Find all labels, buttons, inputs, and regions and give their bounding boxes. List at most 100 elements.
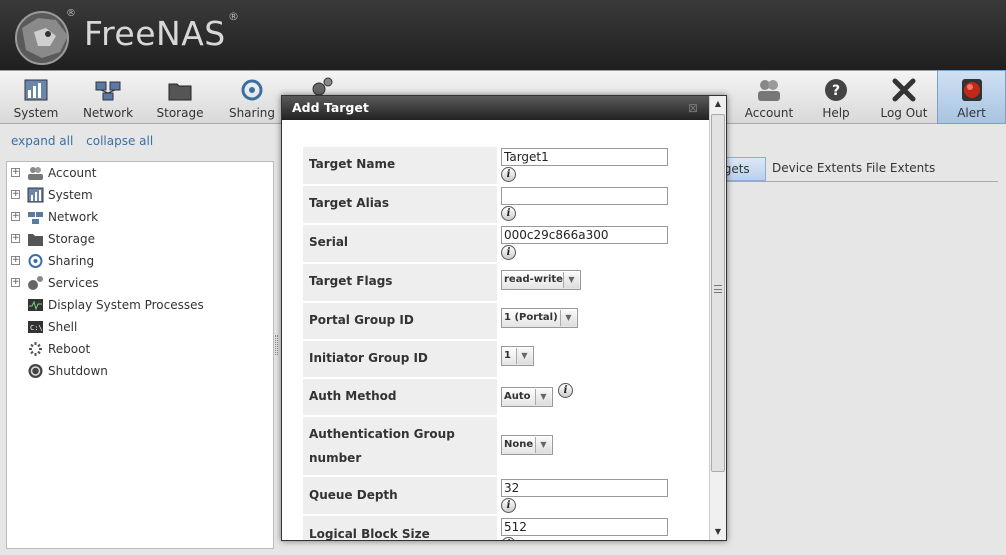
app-logo-text: FreeNAS — [84, 14, 226, 53]
storage-icon — [28, 234, 43, 246]
target-alias-row: Target Alias i — [303, 186, 703, 223]
reboot-icon — [29, 342, 42, 356]
tree-item-shutdown[interactable]: Shutdown — [7, 361, 267, 383]
block-size-input[interactable]: 512 — [501, 518, 668, 536]
svg-text:C:\: C:\ — [30, 324, 43, 332]
services-icon — [28, 276, 43, 290]
portal-group-select[interactable]: 1 (Portal) ▼ — [501, 308, 578, 328]
target-alias-input[interactable] — [501, 187, 668, 205]
tree-controls: expand all collapse all — [11, 134, 162, 148]
chevron-down-icon: ▼ — [535, 437, 551, 453]
tab-file-extents[interactable]: File Extents — [860, 157, 941, 181]
tree-item-storage[interactable]: + Storage — [7, 229, 267, 251]
info-icon[interactable]: i — [501, 537, 516, 540]
alert-icon — [961, 79, 982, 101]
portal-group-row: Portal Group ID 1 (Portal) ▼ — [303, 303, 703, 339]
tab-device-extents[interactable]: Device Extents — [766, 157, 868, 181]
network-icon — [95, 81, 121, 101]
portal-group-label: Portal Group ID — [303, 303, 497, 339]
system-icon — [24, 79, 48, 101]
chevron-down-icon: ▼ — [516, 348, 532, 364]
auth-method-row: Auth Method Auto ▼ i — [303, 379, 703, 415]
account-icon — [28, 167, 43, 180]
tree-item-sharing[interactable]: + Sharing — [7, 251, 267, 273]
queue-depth-row: Queue Depth 32 i — [303, 477, 703, 514]
chevron-down-icon: ▼ — [560, 310, 576, 326]
scroll-up-icon[interactable]: ▲ — [710, 96, 726, 112]
initiator-group-row: Initiator Group ID 1 ▼ — [303, 341, 703, 377]
queue-depth-input[interactable]: 32 — [501, 479, 668, 497]
toolbar-account-button[interactable]: Account — [742, 71, 796, 123]
target-flags-select[interactable]: read-write ▼ — [501, 270, 581, 290]
tree-item-shell[interactable]: C:\ Shell — [7, 317, 267, 339]
tree-item-reboot[interactable]: Reboot — [7, 339, 267, 361]
expand-toggle-icon[interactable]: + — [11, 212, 20, 221]
app-header: ® FreeNAS ® — [0, 0, 1006, 70]
target-name-input[interactable]: Target1 — [501, 148, 668, 166]
toolbar-storage-button[interactable]: Storage — [155, 71, 205, 123]
collapse-all-link[interactable]: collapse all — [86, 134, 153, 148]
auth-group-select[interactable]: None ▼ — [501, 435, 553, 455]
block-size-label: Logical Block Size — [303, 516, 497, 540]
dialog-scrollbar[interactable]: ▲ ▼ — [709, 96, 726, 540]
tree-item-account[interactable]: + Account — [7, 163, 267, 185]
toolbar-sharing-button[interactable]: Sharing — [227, 71, 277, 123]
expand-toggle-icon[interactable]: + — [11, 234, 20, 243]
tree-item-display-system-processes[interactable]: Display System Processes — [7, 295, 267, 317]
toolbar-alert-button[interactable]: Alert — [937, 70, 1006, 124]
scrollbar-thumb[interactable] — [711, 114, 725, 472]
info-icon[interactable]: i — [501, 167, 516, 182]
target-name-row: Target Name Target1 i — [303, 147, 703, 184]
serial-label: Serial — [303, 225, 497, 262]
tree-item-network[interactable]: + Network — [7, 207, 267, 229]
scroll-down-icon[interactable]: ▼ — [710, 524, 726, 540]
info-icon[interactable]: i — [501, 245, 516, 260]
auth-group-row: Authentication Group number None ▼ — [303, 417, 703, 475]
info-icon[interactable]: i — [501, 498, 516, 513]
target-name-label: Target Name — [303, 147, 497, 184]
tree-item-system[interactable]: + System — [7, 185, 267, 207]
target-flags-label: Target Flags — [303, 264, 497, 301]
auth-group-label: Authentication Group number — [303, 417, 497, 475]
info-icon[interactable]: i — [501, 206, 516, 221]
toolbar-network-button[interactable]: Network — [80, 71, 136, 123]
initiator-group-label: Initiator Group ID — [303, 341, 497, 377]
logo-text-reg-mark: ® — [228, 10, 239, 23]
initiator-group-select[interactable]: 1 ▼ — [501, 346, 534, 366]
expand-all-link[interactable]: expand all — [11, 134, 73, 148]
expand-toggle-icon[interactable]: + — [11, 256, 20, 265]
account-icon — [758, 80, 780, 101]
system-icon — [27, 187, 44, 203]
target-alias-label: Target Alias — [303, 186, 497, 223]
dialog-title: Add Target — [282, 96, 709, 120]
expand-toggle-icon[interactable]: + — [11, 278, 20, 287]
target-flags-row: Target Flags read-write ▼ — [303, 264, 703, 301]
queue-depth-label: Queue Depth — [303, 477, 497, 514]
serial-row: Serial 000c29c866a300 i — [303, 225, 703, 262]
tabs-divider — [708, 181, 998, 182]
toolbar-help-button[interactable]: ? Help — [814, 71, 858, 123]
shell-icon: C:\ — [28, 321, 43, 333]
serial-input[interactable]: 000c29c866a300 — [501, 226, 668, 244]
sharing-icon — [28, 254, 43, 268]
shutdown-icon — [28, 364, 43, 378]
chevron-down-icon: ▼ — [535, 389, 551, 405]
expand-toggle-icon[interactable]: + — [11, 168, 20, 177]
toolbar-system-button[interactable]: System — [10, 71, 62, 123]
toolbar-logout-button[interactable]: Log Out — [876, 71, 932, 123]
auth-method-label: Auth Method — [303, 379, 497, 415]
auth-method-select[interactable]: Auto ▼ — [501, 387, 553, 407]
expand-toggle-icon[interactable]: + — [11, 190, 20, 199]
sharing-icon — [241, 79, 263, 101]
grip-icon — [714, 285, 722, 293]
close-icon[interactable]: ⊠ — [686, 101, 700, 115]
block-size-row: Logical Block Size 512 i — [303, 516, 703, 540]
tree-item-services[interactable]: + Services — [7, 273, 267, 295]
processes-icon — [28, 299, 43, 311]
logout-icon — [892, 78, 916, 102]
add-target-dialog: Add Target ⊠ ▲ ▼ Target Name Target1 i T… — [281, 95, 727, 541]
svg-text:?: ? — [832, 83, 840, 99]
panel-splitter-handle[interactable] — [275, 335, 278, 355]
info-icon[interactable]: i — [558, 383, 573, 398]
network-icon — [28, 212, 43, 224]
